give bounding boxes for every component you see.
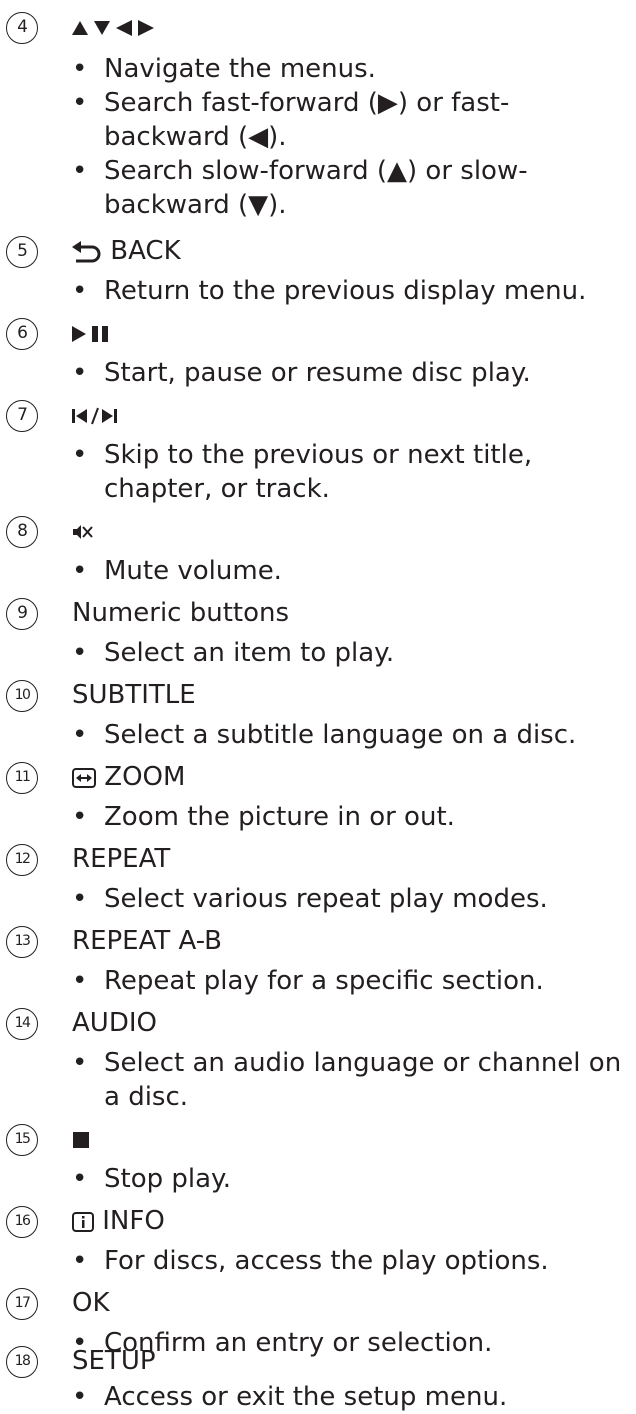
item-number: 7: [6, 400, 38, 432]
bullet-text: Start, pause or resume disc play.: [104, 358, 531, 388]
item-heading: [72, 316, 112, 350]
item-heading: OK: [72, 1288, 110, 1318]
item-number: 10: [6, 680, 38, 712]
item-number: 16: [6, 1206, 38, 1238]
back-icon: [72, 240, 101, 262]
bullet-dot: •: [72, 1164, 88, 1194]
bullet-text: Zoom the picture in or out.: [104, 802, 455, 832]
item-number: 17: [6, 1288, 38, 1320]
bullet-dot: •: [72, 884, 88, 914]
bullet-dot: •: [72, 720, 88, 750]
stop-icon: [73, 1131, 89, 1148]
item-number: 12: [6, 844, 38, 876]
bullet-dot: •: [72, 88, 88, 118]
arrows-icon: [72, 19, 154, 36]
item-number: 11: [6, 762, 38, 794]
bullet-text: Mute volume.: [104, 556, 282, 586]
item-heading: [72, 398, 118, 432]
bullet-dot: •: [72, 638, 88, 668]
bullet-dot: •: [72, 1382, 88, 1412]
bullet-dot: •: [72, 156, 88, 186]
item-number: 18: [6, 1346, 38, 1378]
item-heading: SUBTITLE: [72, 680, 196, 710]
bullet-text: Confirm an entry or selection.: [104, 1328, 493, 1358]
bullet-text: Select various repeat play modes.: [104, 884, 548, 914]
bullet-text: Select a subtitle language on a disc.: [104, 720, 577, 750]
zoom-icon: [72, 767, 96, 788]
bullet-dot: •: [72, 966, 88, 996]
item-heading: REPEAT: [72, 844, 171, 874]
bullet-dot: •: [72, 440, 88, 470]
bullet-text: Navigate the menus.: [104, 54, 376, 84]
heading-label: ZOOM: [104, 762, 186, 792]
bullet-text: Select an item to play.: [104, 638, 395, 668]
bullet-text: Repeat play for a specific section.: [104, 966, 544, 996]
item-number: 8: [6, 516, 38, 548]
bullet-text: Access or exit the setup menu.: [104, 1382, 508, 1412]
item-heading: Numeric buttons: [72, 598, 290, 628]
item-number: 4: [6, 12, 38, 44]
bullet-text: Select an audio language or channel on a…: [104, 1048, 622, 1112]
mute-icon: [73, 524, 93, 539]
item-heading: SETUP: [72, 1346, 156, 1376]
item-heading: [72, 10, 164, 44]
item-number: 14: [6, 1008, 38, 1040]
item-heading: [72, 1122, 90, 1156]
item-heading: INFO: [72, 1204, 165, 1238]
manual-page: 4 • Navigate the menus. • Search fast-fo…: [0, 0, 636, 1414]
bullet-text: Stop play.: [104, 1164, 231, 1194]
bullet-dot: •: [72, 556, 88, 586]
bullet-text: For discs, access the play options.: [104, 1246, 549, 1276]
bullet-dot: •: [72, 358, 88, 388]
skip-icon: [72, 407, 117, 424]
bullet-dot: •: [72, 276, 88, 306]
bullet-text: Skip to the previous or next title, chap…: [104, 440, 533, 504]
item-heading: AUDIO: [72, 1008, 157, 1038]
heading-label: BACK: [110, 236, 181, 266]
bullet-dot: •: [72, 1246, 88, 1276]
item-heading: ZOOM: [72, 760, 185, 794]
bullet-text: Search slow-forward (▲) or slow-backward…: [104, 156, 528, 220]
item-number: 6: [6, 318, 38, 350]
bullet-dot: •: [72, 802, 88, 832]
item-number: 13: [6, 926, 38, 958]
info-icon: [72, 1211, 94, 1232]
bullet-text: Return to the previous display menu.: [104, 276, 587, 306]
item-heading: BACK: [72, 234, 181, 268]
item-number: 5: [6, 236, 38, 268]
item-heading: REPEAT A-B: [72, 926, 223, 956]
bullet-dot: •: [72, 1048, 88, 1078]
item-number: 15: [6, 1124, 38, 1156]
bullet-text: Search fast-forward (▶) or fast-backward…: [104, 88, 510, 152]
play-pause-icon: [72, 325, 108, 342]
heading-label: INFO: [102, 1206, 165, 1236]
item-number: 9: [6, 598, 38, 630]
item-heading: [72, 514, 94, 548]
bullet-dot: •: [72, 54, 88, 84]
